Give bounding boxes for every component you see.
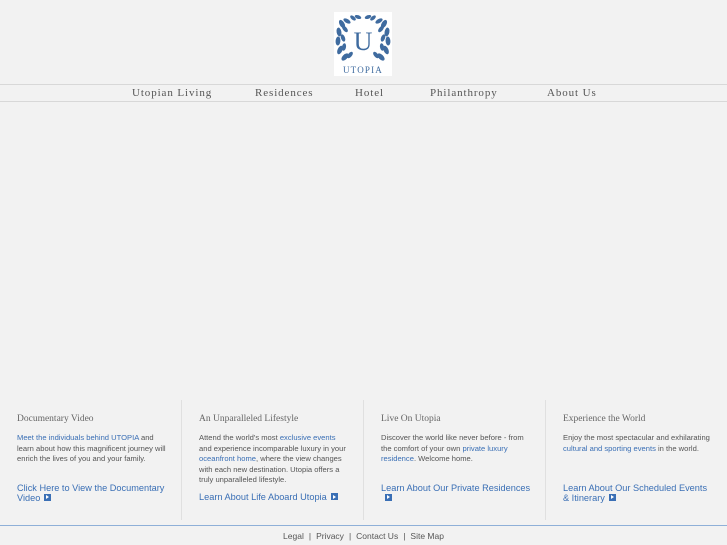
feature-panels: Documentary Video Meet the individuals b… — [0, 400, 727, 525]
laurel-wreath-icon: U UTOPIA — [335, 14, 391, 75]
learn-private-residences-button[interactable]: Learn About Our Private Residences — [381, 483, 531, 503]
arrow-right-icon — [385, 493, 392, 501]
arrow-right-icon — [44, 493, 52, 501]
panel-live-on-utopia: Live On Utopia Discover the world like n… — [364, 400, 546, 520]
nav-item-philanthropy[interactable]: Philanthropy — [430, 87, 498, 99]
individuals-link[interactable]: Meet the individuals behind UTOPIA — [17, 433, 139, 442]
exclusive-events-link[interactable]: exclusive events — [280, 433, 336, 442]
panel-title: Documentary Video — [17, 414, 94, 424]
logo-wordmark: UTOPIA — [343, 65, 383, 75]
panel-unparalleled-lifestyle: An Unparalleled Lifestyle Attend the wor… — [182, 400, 364, 520]
footer-link-site-map[interactable]: Site Map — [410, 531, 444, 541]
utopia-logo[interactable]: U UTOPIA — [334, 12, 392, 76]
arrow-right-icon — [330, 493, 338, 500]
panel-experience-the-world: Experience the World Enjoy the most spec… — [546, 400, 727, 520]
learn-events-itinerary-button[interactable]: Learn About Our Scheduled Events & Itine… — [563, 483, 713, 503]
footer-links: Legal | Privacy | Contact Us | Site Map — [283, 531, 444, 541]
panel-description: Discover the world like never before - f… — [381, 433, 524, 463]
nav-item-hotel[interactable]: Hotel — [355, 87, 384, 99]
panel-description: Attend the world's most exclusive events… — [199, 433, 346, 484]
panel-title: Live On Utopia — [381, 414, 441, 424]
panel-title: An Unparalleled Lifestyle — [199, 414, 299, 424]
nav-item-utopian-living[interactable]: Utopian Living — [132, 87, 212, 99]
nav-item-about-us[interactable]: About Us — [547, 87, 597, 99]
learn-life-aboard-button[interactable]: Learn About Life Aboard Utopia — [199, 492, 349, 503]
main-nav: Utopian Living Residences Hotel Philanth… — [0, 84, 727, 102]
panel-documentary-video: Documentary Video Meet the individuals b… — [0, 400, 182, 520]
panel-title: Experience the World — [563, 414, 646, 424]
nav-item-residences[interactable]: Residences — [255, 87, 313, 99]
arrow-right-icon — [608, 493, 616, 501]
hero-area — [0, 103, 727, 400]
view-documentary-button[interactable]: Click Here to View the Documentary Video — [17, 483, 167, 503]
cultural-events-link[interactable]: cultural and sporting events — [563, 444, 656, 453]
footer-link-privacy[interactable]: Privacy — [316, 531, 344, 541]
logo-letter: U — [354, 27, 373, 56]
footer: Legal | Privacy | Contact Us | Site Map — [0, 525, 727, 545]
panel-description: Enjoy the most spectacular and exhilarat… — [563, 433, 710, 453]
footer-link-contact-us[interactable]: Contact Us — [356, 531, 398, 541]
footer-link-legal[interactable]: Legal — [283, 531, 304, 541]
oceanfront-home-link[interactable]: oceanfront home — [199, 454, 256, 463]
panel-description: Meet the individuals behind UTOPIA and l… — [17, 433, 166, 463]
